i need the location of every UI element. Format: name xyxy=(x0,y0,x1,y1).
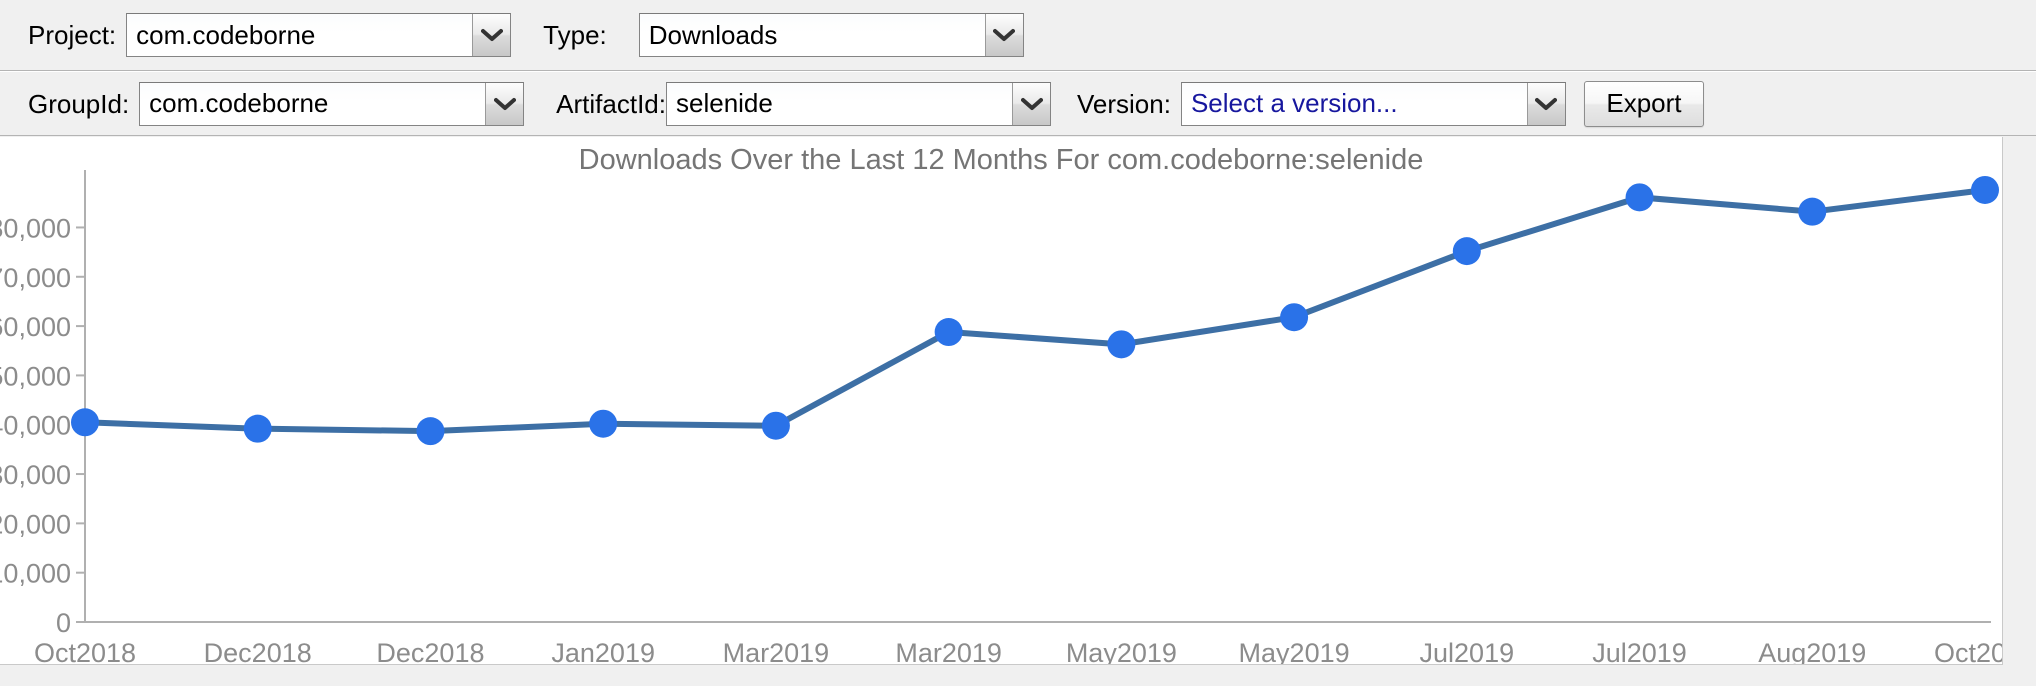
series-line-downloads xyxy=(82,186,1988,435)
type-combobox-value: Downloads xyxy=(639,14,985,56)
y-axis-tick-label: 80,000 xyxy=(0,213,71,243)
groupid-combobox-value: com.codeborne xyxy=(140,82,486,125)
filter-toolbar-primary: Project: com.codeborne Type: Downloads xyxy=(0,0,2036,71)
y-axis-tick-label: 0 xyxy=(56,608,71,638)
panel-right-filler xyxy=(2003,137,2036,666)
x-axis-tick-label: Jul2019 xyxy=(1420,638,1515,665)
export-button[interactable]: Export xyxy=(1583,80,1704,127)
chevron-down-icon[interactable] xyxy=(472,14,511,56)
y-axis-tick-label: 60,000 xyxy=(0,312,71,342)
y-axis-tick-label: 70,000 xyxy=(0,263,71,293)
x-axis-tick-label: Jul2019 xyxy=(1592,638,1687,665)
series-data-point[interactable] xyxy=(1280,303,1309,332)
panel-bottom-filler xyxy=(0,666,2036,686)
chevron-down-icon[interactable] xyxy=(485,82,524,125)
x-axis-tick-label: May2019 xyxy=(1066,638,1177,665)
downloads-line-chart: 0 10,000 20,000 30,000 40,000 50,000 60,000 70,… xyxy=(0,170,2003,665)
series-data-point[interactable] xyxy=(589,409,618,438)
y-axis-tick-label: 50,000 xyxy=(0,361,71,391)
groupid-label: GroupId: xyxy=(28,88,130,119)
x-axis-tick-label: Oct2018 xyxy=(34,638,136,665)
y-axis-tick-label: 30,000 xyxy=(0,460,71,490)
x-axis-tick-label: Dec2018 xyxy=(204,638,312,665)
x-axis-tick-label: Aug2019 xyxy=(1758,638,1866,665)
series-data-point[interactable] xyxy=(761,411,790,440)
chevron-down-icon[interactable] xyxy=(1526,82,1565,125)
x-axis-tick-label: Jan2019 xyxy=(551,638,655,665)
series-data-point[interactable] xyxy=(1971,175,1999,204)
chevron-down-icon[interactable] xyxy=(1012,82,1050,125)
x-axis-tick-label: Mar2019 xyxy=(723,638,830,665)
series-data-point[interactable] xyxy=(1107,330,1136,359)
series-data-point[interactable] xyxy=(243,414,272,443)
y-axis-tick-label: 10,000 xyxy=(0,559,71,589)
artifactid-input[interactable]: selenide xyxy=(667,82,1012,125)
type-combobox[interactable]: Downloads xyxy=(638,13,1024,57)
version-combobox[interactable]: Select a version... xyxy=(1180,81,1566,126)
project-combobox[interactable]: com.codeborne xyxy=(126,13,512,57)
series-data-point[interactable] xyxy=(1452,237,1481,266)
artifactid-label: ArtifactId: xyxy=(556,88,666,119)
chevron-down-icon[interactable] xyxy=(984,14,1023,56)
version-label: Version: xyxy=(1077,88,1171,119)
series-data-point[interactable] xyxy=(1798,197,1827,226)
project-combobox-value: com.codeborne xyxy=(127,14,473,56)
filter-toolbar-secondary: GroupId: com.codeborne ArtifactId: selen… xyxy=(0,71,2036,136)
x-axis-tick-label: Mar2019 xyxy=(895,638,1002,665)
project-label: Project: xyxy=(28,20,117,50)
series-data-point[interactable] xyxy=(416,417,445,446)
series-data-point[interactable] xyxy=(71,408,99,437)
chart-panel: Downloads Over the Last 12 Months For co… xyxy=(0,137,2003,665)
x-axis-tick-label: Oct2019 xyxy=(1934,638,2003,665)
x-axis-tick-label: May2019 xyxy=(1239,638,1350,665)
groupid-combobox[interactable]: com.codeborne xyxy=(139,81,525,126)
series-data-point[interactable] xyxy=(1625,183,1654,212)
artifactid-combobox[interactable]: selenide xyxy=(666,81,1051,126)
application-window: Project: com.codeborne Type: Downloads G… xyxy=(0,0,2036,686)
version-combobox-value: Select a version... xyxy=(1181,82,1527,125)
y-axis-tick-label: 20,000 xyxy=(0,509,71,539)
series-data-point[interactable] xyxy=(934,318,963,347)
type-label: Type: xyxy=(543,20,607,50)
y-axis-tick-label: 40,000 xyxy=(0,411,71,441)
x-axis-tick-label: Dec2018 xyxy=(376,638,484,665)
